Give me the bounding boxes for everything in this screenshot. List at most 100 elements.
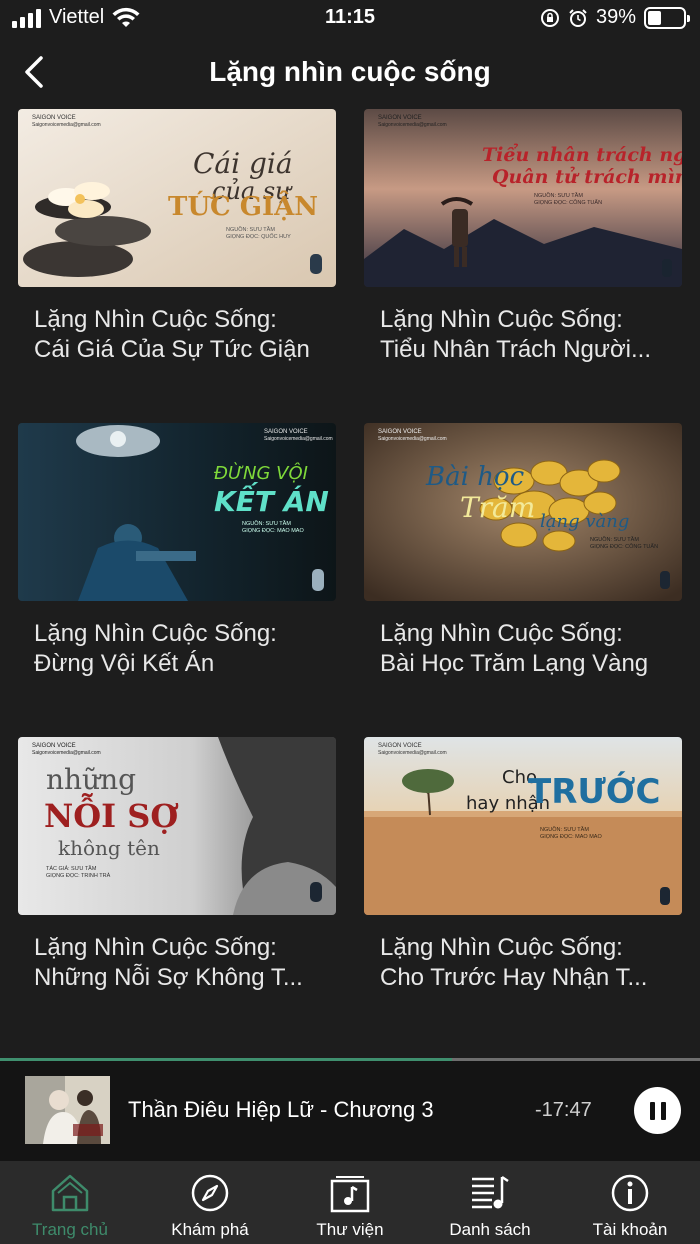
episode-title-line1: Lặng Nhìn Cuộc Sống: [34, 306, 277, 333]
episode-thumbnail: những NỖI SỢ không tên TÁC GIẢ: SƯU TẦM … [18, 737, 336, 915]
episode-title-line1: Lặng Nhìn Cuộc Sống: [380, 306, 623, 333]
tab-label: Khám phá [171, 1220, 249, 1239]
episode-card[interactable]: Cái giá của sự TỨC GIẬN NGUỒN: SƯU TẦM G… [18, 109, 336, 423]
episode-title: Lặng Nhìn Cuộc Sống: Bài Học Trăm Lạng V… [364, 619, 682, 679]
episode-card[interactable]: Cho hay nhận TRƯỚC NGUỒN: SƯU TẦM GIỌNG … [364, 737, 682, 1051]
tab-playlist[interactable]: Danh sách [420, 1161, 560, 1244]
svg-text:Saigonvoicemedia@gmail.com: Saigonvoicemedia@gmail.com [378, 750, 447, 756]
episode-title: Lặng Nhìn Cuộc Sống: Những Nỗi Sợ Không … [18, 933, 336, 993]
compass-icon [191, 1174, 229, 1212]
episode-grid: Cái giá của sự TỨC GIẬN NGUỒN: SƯU TẦM G… [18, 109, 682, 1051]
tab-library[interactable]: Thư viện [280, 1161, 420, 1244]
svg-text:lạng vàng: lạng vàng [540, 511, 629, 532]
svg-text:NGUỒN: SƯU TẦM: NGUỒN: SƯU TẦM [540, 826, 589, 833]
svg-text:SAIGON VOICE: SAIGON VOICE [378, 429, 422, 435]
status-right: 39% [540, 6, 690, 29]
episode-title-line1: Lặng Nhìn Cuộc Sống: [380, 620, 623, 647]
svg-text:Cái giá: Cái giá [193, 147, 293, 180]
alarm-icon [569, 8, 587, 27]
svg-text:ĐỪNG VỘI: ĐỪNG VỘI [214, 462, 308, 484]
svg-text:SAIGON VOICE: SAIGON VOICE [378, 743, 422, 749]
svg-text:TÁC GIẢ: SƯU TẦM: TÁC GIẢ: SƯU TẦM [46, 865, 97, 872]
svg-text:NGUỒN: SƯU TẦM: NGUỒN: SƯU TẦM [242, 520, 291, 527]
episode-title-line2: Tiểu Nhân Trách Người... [380, 336, 652, 363]
svg-text:Trăm: Trăm [460, 491, 535, 524]
episode-title-line2: Bài Học Trăm Lạng Vàng [380, 650, 649, 677]
episode-thumbnail: Bài học Trăm lạng vàng NGUỒN: SƯU TẦM GI… [364, 423, 682, 601]
playlist-icon [472, 1175, 509, 1209]
bottom-tab-bar: Trang chủ Khám phá Thư viện Danh sách Tà… [0, 1161, 700, 1244]
episode-title-line2: Cho Trước Hay Nhận T... [380, 964, 648, 991]
battery-icon [644, 6, 690, 29]
episode-title: Lặng Nhìn Cuộc Sống: Đừng Vội Kết Án [18, 619, 336, 679]
tab-label: Tài khoản [592, 1220, 668, 1239]
episode-thumbnail: Cho hay nhận TRƯỚC NGUỒN: SƯU TẦM GIỌNG … [364, 737, 682, 915]
svg-text:GIỌNG ĐỌC: MAO MAO: GIỌNG ĐỌC: MAO MAO [242, 528, 304, 534]
episode-thumbnail: Cái giá của sự TỨC GIẬN NGUỒN: SƯU TẦM G… [18, 109, 336, 287]
svg-text:NGUỒN: SƯU TẦM: NGUỒN: SƯU TẦM [534, 192, 583, 199]
svg-text:những: những [46, 763, 136, 796]
tab-label: Trang chủ [32, 1220, 108, 1239]
page-header: Lặng nhìn cuộc sống [0, 44, 700, 100]
pause-icon [649, 1101, 655, 1120]
svg-text:GIỌNG ĐỌC: QUỐC HUY: GIỌNG ĐỌC: QUỐC HUY [226, 233, 291, 240]
svg-text:Saigonvoicemedia@gmail.com: Saigonvoicemedia@gmail.com [32, 750, 101, 756]
svg-text:Saigonvoicemedia@gmail.com: Saigonvoicemedia@gmail.com [378, 436, 447, 442]
tab-account[interactable]: Tài khoản [560, 1161, 700, 1244]
home-icon [51, 1174, 89, 1212]
episode-title-line2: Đừng Vội Kết Án [34, 650, 215, 677]
svg-text:GIỌNG ĐỌC: CÔNG TUẤN: GIỌNG ĐỌC: CÔNG TUẤN [590, 543, 658, 550]
svg-text:GIỌNG ĐỌC: MAO MAO: GIỌNG ĐỌC: MAO MAO [540, 834, 602, 840]
svg-text:không tên: không tên [58, 836, 160, 860]
now-playing-remaining-time: -17:47 [535, 1099, 592, 1121]
svg-text:Saigonvoicemedia@gmail.com: Saigonvoicemedia@gmail.com [32, 122, 101, 128]
orientation-lock-icon [540, 8, 559, 27]
svg-text:SAIGON VOICE: SAIGON VOICE [32, 115, 76, 121]
page-title: Lặng nhìn cuộc sống [209, 56, 491, 87]
svg-text:NGUỒN: SƯU TẦM: NGUỒN: SƯU TẦM [226, 226, 275, 233]
tab-label: Thư viện [316, 1220, 384, 1239]
info-icon [611, 1174, 649, 1212]
tab-label: Danh sách [449, 1220, 531, 1239]
mini-player[interactable]: Thần Điêu Hiệp Lữ - Chương 3 -17:47 [0, 1061, 700, 1161]
svg-text:Saigonvoicemedia@gmail.com: Saigonvoicemedia@gmail.com [264, 436, 333, 442]
tab-explore[interactable]: Khám phá [140, 1161, 280, 1244]
library-icon [330, 1176, 370, 1213]
svg-text:Tiểu nhân trách người: Tiểu nhân trách người [482, 142, 682, 166]
svg-text:NỖI SỢ: NỖI SỢ [44, 792, 178, 835]
episode-thumbnail: Tiểu nhân trách người Quân tử trách mình… [364, 109, 682, 287]
episode-title: Lặng Nhìn Cuộc Sống: Cái Giá Của Sự Tức … [18, 305, 336, 365]
svg-text:SAIGON VOICE: SAIGON VOICE [378, 115, 422, 121]
battery-percent: 39% [595, 6, 636, 28]
svg-text:GIỌNG ĐỌC: TRINH TRÀ: GIỌNG ĐỌC: TRINH TRÀ [46, 872, 111, 879]
svg-text:TRƯỚC: TRƯỚC [528, 771, 660, 812]
pause-button[interactable] [634, 1087, 681, 1134]
svg-text:NGUỒN: SƯU TẦM: NGUỒN: SƯU TẦM [590, 536, 639, 543]
episode-title-line2: Cái Giá Của Sự Tức Giận [34, 336, 310, 363]
svg-text:SAIGON VOICE: SAIGON VOICE [32, 743, 76, 749]
episode-card[interactable]: ĐỪNG VỘI KẾT ÁN NGUỒN: SƯU TẦM GIỌNG ĐỌC… [18, 423, 336, 737]
episode-title: Lặng Nhìn Cuộc Sống: Cho Trước Hay Nhận … [364, 933, 682, 993]
app-screen: Viettel 11:15 39% Lặng nhìn cuộc sống Cá… [0, 0, 700, 1244]
pause-icon-bar [660, 1101, 666, 1120]
episode-card[interactable]: những NỖI SỢ không tên TÁC GIẢ: SƯU TẦM … [18, 737, 336, 1051]
tab-home[interactable]: Trang chủ [0, 1161, 140, 1244]
svg-text:SAIGON VOICE: SAIGON VOICE [264, 429, 308, 435]
episode-card[interactable]: Bài học Trăm lạng vàng NGUỒN: SƯU TẦM GI… [364, 423, 682, 737]
episode-thumbnail: ĐỪNG VỘI KẾT ÁN NGUỒN: SƯU TẦM GIỌNG ĐỌC… [18, 423, 336, 601]
svg-text:TỨC GIẬN: TỨC GIẬN [168, 190, 318, 222]
episode-title-line1: Lặng Nhìn Cuộc Sống: [34, 620, 277, 647]
status-bar: Viettel 11:15 39% [0, 0, 700, 40]
episode-title: Lặng Nhìn Cuộc Sống: Tiểu Nhân Trách Ngư… [364, 305, 682, 365]
now-playing-title: Thần Điêu Hiệp Lữ - Chương 3 [128, 1097, 434, 1122]
svg-text:KẾT ÁN: KẾT ÁN [214, 481, 329, 518]
episode-title-line2: Những Nỗi Sợ Không T... [34, 964, 303, 991]
episode-title-line1: Lặng Nhìn Cuộc Sống: [380, 934, 623, 961]
episode-title-line1: Lặng Nhìn Cuộc Sống: [34, 934, 277, 961]
episode-card[interactable]: Tiểu nhân trách người Quân tử trách mình… [364, 109, 682, 423]
svg-text:Quân tử trách mình: Quân tử trách mình [492, 166, 682, 188]
svg-text:Bài học: Bài học [425, 462, 525, 492]
svg-text:GIỌNG ĐỌC: CÔNG TUẤN: GIỌNG ĐỌC: CÔNG TUẤN [534, 199, 602, 206]
now-playing-cover [25, 1076, 110, 1144]
svg-text:Saigonvoicemedia@gmail.com: Saigonvoicemedia@gmail.com [378, 122, 447, 128]
